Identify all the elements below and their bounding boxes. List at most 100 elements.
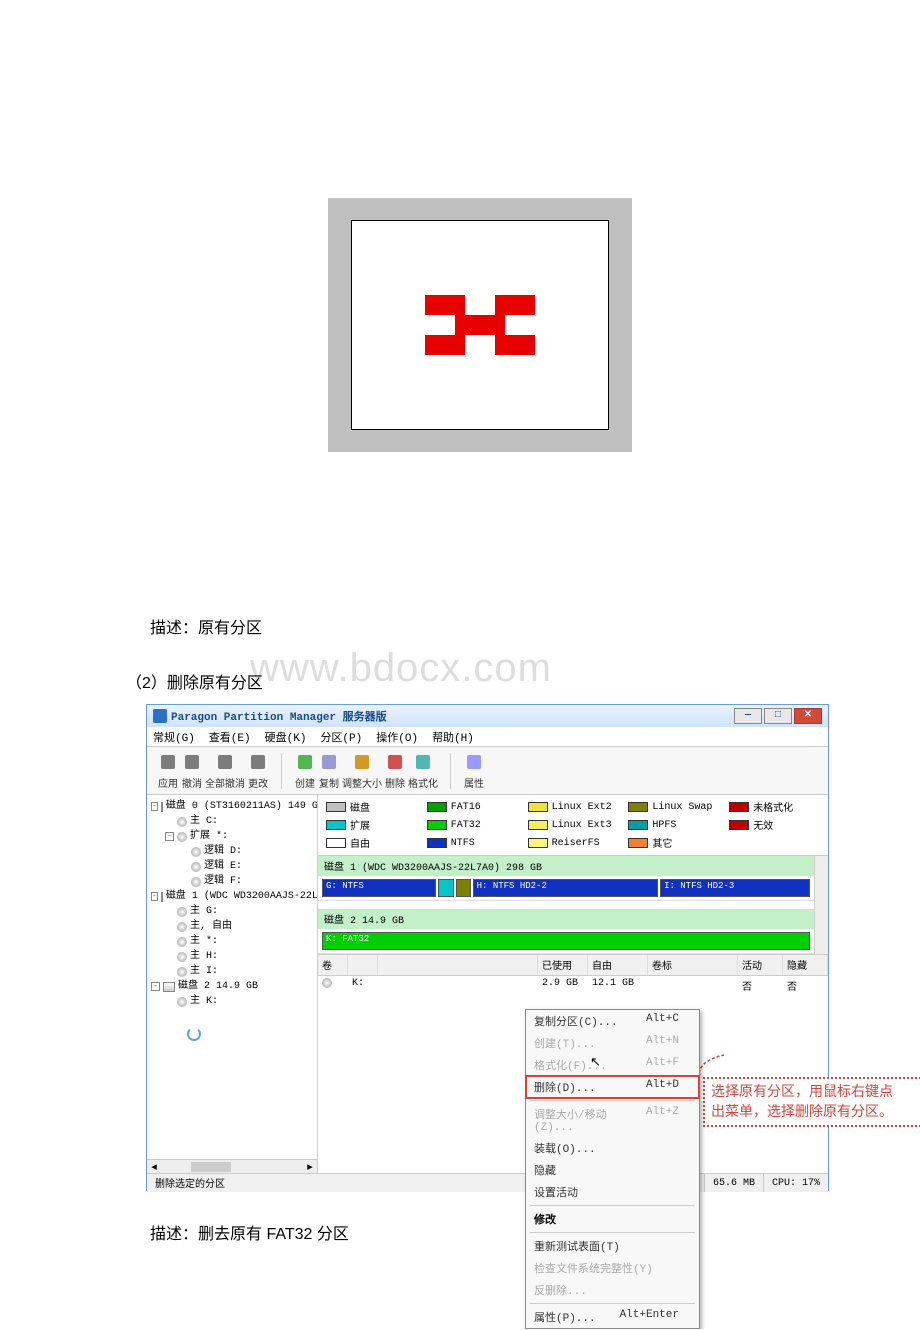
toolbar-button[interactable]: 属性 <box>463 751 485 791</box>
menu-item[interactable]: 硬盘(K) <box>265 729 307 745</box>
context-menu: 复制分区(C)...Alt+C创建(T)...Alt+N格式化(F)...Alt… <box>525 1009 700 1329</box>
context-menu-item[interactable]: 装载(O)... <box>526 1137 699 1159</box>
context-menu-item[interactable]: 隐藏 <box>526 1159 699 1181</box>
legend-swatch <box>729 802 749 812</box>
table-column-header[interactable] <box>348 955 378 975</box>
toolbar-button[interactable]: 创建 <box>294 751 316 791</box>
minimize-button[interactable]: — <box>734 708 762 724</box>
toolbar-button[interactable]: 全部撤消 <box>205 751 245 791</box>
toolbar-icon <box>384 751 406 773</box>
tree-partition-node[interactable]: -扩展 *: <box>149 829 315 844</box>
tree-expand-icon[interactable]: - <box>165 832 174 841</box>
context-menu-item[interactable]: 重新测试表面(T) <box>526 1235 699 1257</box>
toolbar-icon <box>247 751 269 773</box>
app-window: Paragon Partition Manager 服务器版 — □ ✕ 常规(… <box>146 704 829 1191</box>
tree-disk-node[interactable]: - 磁盘 2 14.9 GB <box>149 979 315 994</box>
tree-partition-node[interactable]: 主 K: <box>149 994 315 1009</box>
tree-disk-node[interactable]: -磁盘 0 (ST3160211AS) 149 GB <box>149 799 315 814</box>
content-vertical-scrollbar[interactable] <box>814 856 828 954</box>
legend-item: Linux Swap <box>628 799 719 815</box>
volume-table-header: 卷 已使用自由卷标活动隐藏 <box>318 954 828 976</box>
tree-disk-node[interactable]: -磁盘 1 (WDC WD3200AAJS-22L7 <box>149 889 315 904</box>
legend-label: 其它 <box>652 835 672 851</box>
partition-block[interactable] <box>438 879 453 897</box>
tree-partition-node[interactable]: 主 *: <box>149 934 315 949</box>
maximize-button[interactable]: □ <box>764 708 792 724</box>
sidebar-horizontal-scrollbar[interactable]: ◂ ▸ <box>147 1159 317 1173</box>
legend-label: ReiserFS <box>552 838 600 849</box>
partition-block[interactable]: G: NTFS <box>322 879 436 897</box>
toolbar-button[interactable]: 调整大小 <box>342 751 382 791</box>
tree-partition-node[interactable]: 逻辑 D: <box>149 844 315 859</box>
toolbar-button[interactable]: 更改 <box>247 751 269 791</box>
partition-block[interactable] <box>456 879 471 897</box>
context-menu-item[interactable]: 设置活动 <box>526 1181 699 1203</box>
menu-item[interactable]: 查看(E) <box>209 729 251 745</box>
tree-partition-node[interactable]: 主 H: <box>149 949 315 964</box>
context-menu-separator <box>530 1205 695 1206</box>
tree-partition-node[interactable]: 主 G: <box>149 904 315 919</box>
context-menu-item[interactable]: 删除(D)...Alt+D <box>526 1076 699 1098</box>
table-column-header[interactable]: 隐藏 <box>783 955 828 975</box>
table-column-header[interactable]: 已使用 <box>538 955 588 975</box>
tree-expand-icon[interactable]: - <box>151 802 158 811</box>
table-column-header[interactable]: 活动 <box>738 955 783 975</box>
toolbar-icon <box>351 751 373 773</box>
partition-block[interactable]: I: NTFS HD2-3 <box>660 879 810 897</box>
tree-node-label: 磁盘 2 14.9 GB <box>178 979 258 994</box>
legend-swatch <box>326 802 346 812</box>
menu-item[interactable]: 分区(P) <box>320 729 362 745</box>
toolbar-button[interactable]: 撤消 <box>181 751 203 791</box>
partition-block[interactable]: K: FAT32 <box>322 932 810 950</box>
context-menu-item: 反删除... <box>526 1279 699 1301</box>
legend-swatch <box>326 838 346 848</box>
toolbar-button[interactable]: 应用 <box>157 751 179 791</box>
table-cell: 12.1 GB <box>588 976 648 996</box>
table-cell <box>318 976 348 996</box>
disk2-header: 磁盘 2 14.9 GB <box>318 909 814 929</box>
table-cell: K: <box>348 976 378 996</box>
context-menu-heading: 修改 <box>526 1208 699 1230</box>
toolbar-button[interactable]: 删除 <box>384 751 406 791</box>
tree-partition-node[interactable]: 主, 自由 <box>149 919 315 934</box>
toolbar-button[interactable]: 格式化 <box>408 751 438 791</box>
table-column-header[interactable]: 卷 <box>318 955 348 975</box>
disk1-header: 磁盘 1 (WDC WD3200AAJS-22L7A0) 298 GB <box>318 856 814 876</box>
context-menu-label: 检查文件系统完整性(Y) <box>534 1260 653 1276</box>
legend-swatch <box>528 802 548 812</box>
volume-table-row[interactable]: K:2.9 GB12.1 GB否否 <box>318 976 828 996</box>
tree-expand-icon[interactable]: - <box>151 892 158 901</box>
table-column-header[interactable]: 卷标 <box>648 955 738 975</box>
partition-icon <box>177 922 187 932</box>
legend: 磁盘FAT16Linux Ext2Linux Swap未格式化扩展FAT32Li… <box>318 795 828 856</box>
table-column-header[interactable]: 自由 <box>588 955 648 975</box>
tree-expand-icon[interactable]: - <box>151 982 160 991</box>
tree-node-label: 主 *: <box>190 934 218 949</box>
disk1-section: 磁盘 1 (WDC WD3200AAJS-22L7A0) 298 GB G: N… <box>318 856 814 901</box>
disk2-section: 磁盘 2 14.9 GB K: FAT32 <box>318 909 814 954</box>
legend-label: HPFS <box>652 820 676 831</box>
disk-icon <box>161 892 163 902</box>
tree-partition-node[interactable]: 主 C: <box>149 814 315 829</box>
context-menu-label: 创建(T)... <box>534 1035 596 1051</box>
legend-item <box>729 835 820 851</box>
close-button[interactable]: ✕ <box>794 708 822 724</box>
context-menu-item[interactable]: 属性(P)...Alt+Enter <box>526 1306 699 1328</box>
disk1-partition-bar[interactable]: G: NTFS H: NTFS HD2-2I: NTFS HD2-3 <box>318 876 814 900</box>
context-menu-item: 检查文件系统完整性(Y) <box>526 1257 699 1279</box>
menu-item[interactable]: 帮助(H) <box>432 729 474 745</box>
partition-icon <box>191 862 201 872</box>
partition-block[interactable]: H: NTFS HD2-2 <box>473 879 658 897</box>
tree-partition-node[interactable]: 逻辑 E: <box>149 859 315 874</box>
partition-icon <box>177 967 187 977</box>
toolbar-button[interactable]: 复制 <box>318 751 340 791</box>
toolbar-button-label: 全部撤消 <box>205 775 245 791</box>
legend-swatch <box>427 820 447 830</box>
disk2-partition-bar[interactable]: K: FAT32 <box>318 929 814 953</box>
menu-item[interactable]: 操作(O) <box>376 729 418 745</box>
table-column-header[interactable] <box>378 955 538 975</box>
menu-item[interactable]: 常规(G) <box>153 729 195 745</box>
tree-partition-node[interactable]: 逻辑 F: <box>149 874 315 889</box>
context-menu-item[interactable]: 复制分区(C)...Alt+C <box>526 1010 699 1032</box>
tree-partition-node[interactable]: 主 I: <box>149 964 315 979</box>
